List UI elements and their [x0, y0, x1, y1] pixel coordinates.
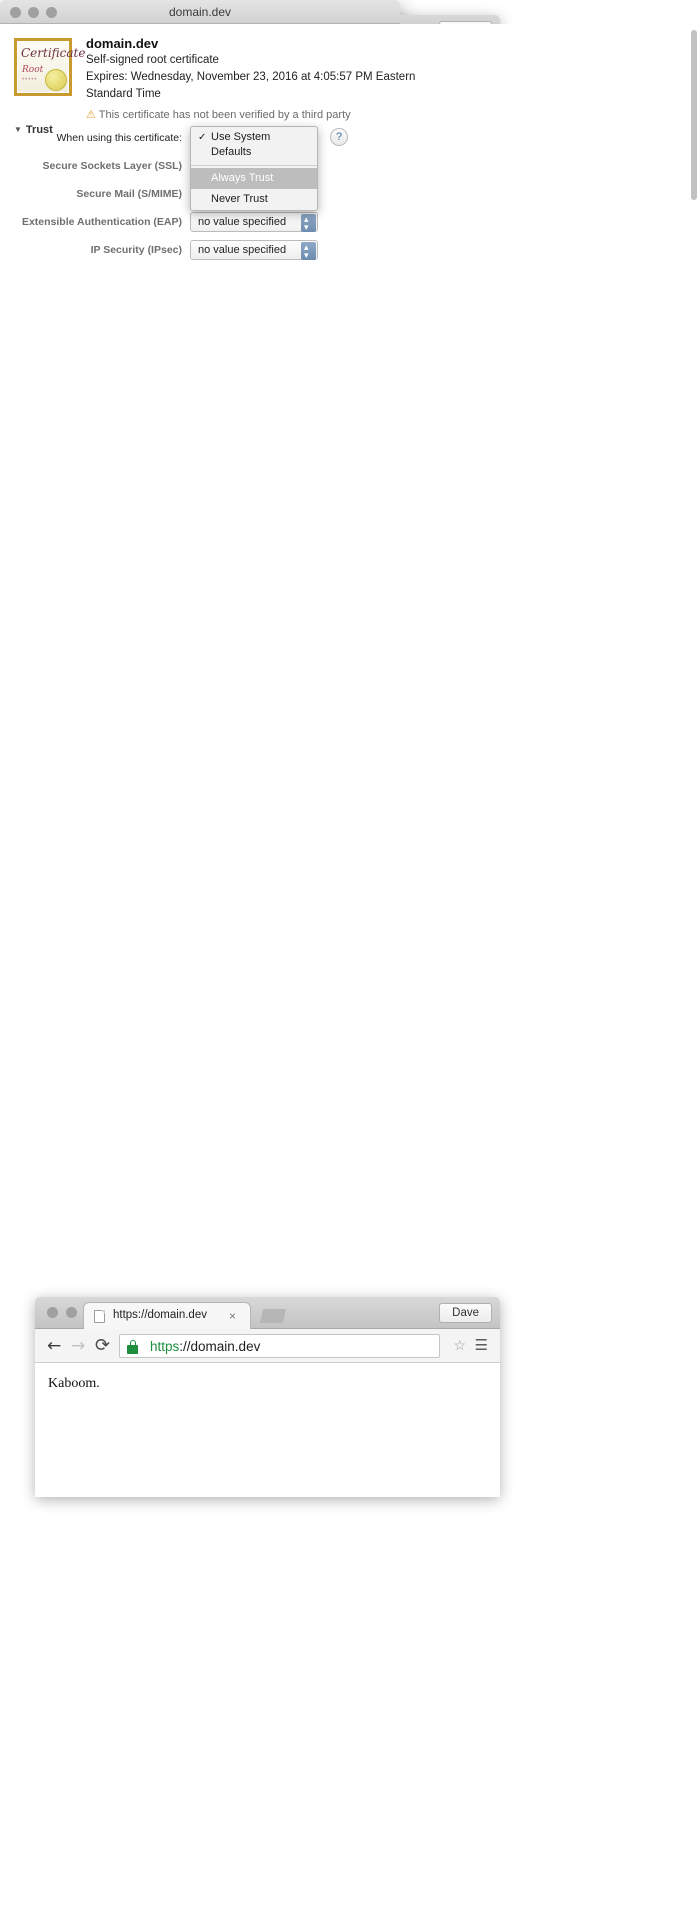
- reload-icon[interactable]: ⟳: [95, 1337, 110, 1355]
- back-arrow-icon[interactable]: ←: [47, 1337, 61, 1355]
- trust-row-label: When using this certificate:: [56, 132, 182, 144]
- certificate-warning: ⚠ This certificate has not been verified…: [86, 108, 688, 122]
- browser-toolbar: ← → ⟳ https://domain.dev ☆ ☰: [35, 1329, 500, 1363]
- trust-row-label: Secure Sockets Layer (SSL): [42, 160, 182, 172]
- certificate-summary: domain.dev Self-signed root certificate …: [86, 36, 688, 122]
- url-scheme: https: [150, 1339, 180, 1354]
- certificate-expiry-line2: Standard Time: [86, 88, 161, 100]
- close-window-button[interactable]: [10, 7, 21, 18]
- warning-triangle-icon: ⚠: [86, 109, 96, 121]
- certificate-expiry-line1: Expires: Wednesday, November 23, 2016 at…: [86, 71, 416, 83]
- trust-row-label: Extensible Authentication (EAP): [21, 216, 182, 228]
- menu-item-always-trust[interactable]: Always Trust: [191, 168, 317, 189]
- certificate-type: Self-signed root certificate: [86, 54, 219, 66]
- cert-art-word2: Root: [22, 65, 44, 75]
- menu-separator: [191, 165, 317, 166]
- gold-seal-icon: [45, 69, 67, 91]
- trust-row-label: Secure Mail (S/MIME): [76, 188, 182, 200]
- trust-row-eap: Extensible Authentication (EAP) no value…: [0, 210, 700, 237]
- trust-value-eap[interactable]: no value specified: [190, 210, 318, 237]
- url-rest: ://domain.dev: [179, 1339, 261, 1354]
- certificate-common-name: domain.dev: [86, 36, 159, 51]
- browser-tab[interactable]: https://domain.dev ×: [83, 1302, 251, 1329]
- window-titlebar[interactable]: domain.dev: [0, 0, 400, 24]
- browser-window-loaded[interactable]: https://domain.dev × Dave ← → ⟳ https://…: [35, 1297, 500, 1497]
- page-body-text: Kaboom.: [48, 1376, 100, 1391]
- tab-title: https://domain.dev: [113, 1309, 207, 1321]
- certificate-trust-window[interactable]: domain.dev Certificate Root ••••• domain…: [0, 0, 700, 1922]
- window-traffic-lights[interactable]: [10, 7, 57, 18]
- profile-button[interactable]: Dave: [439, 1303, 492, 1323]
- trust-panel: Certificate Root ••••• domain.dev Self-s…: [0, 24, 700, 1922]
- cert-art-word1: Certificate: [21, 46, 86, 60]
- minimize-window-button[interactable]: [28, 7, 39, 18]
- window-titlebar[interactable]: https://domain.dev × Dave: [35, 1297, 500, 1329]
- stepper-icon[interactable]: [301, 210, 316, 237]
- menu-hamburger-icon[interactable]: ☰: [475, 1337, 488, 1354]
- page-favicon-icon: [94, 1310, 105, 1323]
- close-tab-icon[interactable]: ×: [229, 1308, 236, 1324]
- forward-arrow-icon[interactable]: →: [71, 1337, 85, 1355]
- trust-row-when-using: When using this certificate: Use System …: [0, 126, 700, 211]
- trust-dropdown-menu[interactable]: Use System Defaults Always Trust Never T…: [190, 126, 318, 211]
- minimize-window-button[interactable]: [66, 1307, 77, 1318]
- address-bar[interactable]: https://domain.dev: [119, 1334, 440, 1358]
- bookmark-star-icon[interactable]: ☆: [453, 1337, 466, 1354]
- certificate-warning-text: This certificate has not been verified b…: [98, 109, 351, 121]
- window-title: domain.dev: [168, 5, 232, 19]
- secure-lock-icon[interactable]: [126, 1339, 140, 1355]
- trust-settings-list: When using this certificate: Use System …: [0, 126, 700, 268]
- close-window-button[interactable]: [47, 1307, 58, 1318]
- loaded-page: Kaboom.: [35, 1364, 500, 1497]
- new-tab-button[interactable]: [260, 1309, 286, 1323]
- cert-art-word3: •••••: [22, 77, 38, 83]
- maximize-window-button[interactable]: [46, 7, 57, 18]
- help-question-icon[interactable]: ?: [330, 128, 348, 146]
- certificate-seal-icon: Certificate Root •••••: [14, 38, 85, 96]
- menu-item-never-trust[interactable]: Never Trust: [191, 189, 317, 210]
- menu-item-use-system-defaults[interactable]: Use System Defaults: [191, 127, 317, 163]
